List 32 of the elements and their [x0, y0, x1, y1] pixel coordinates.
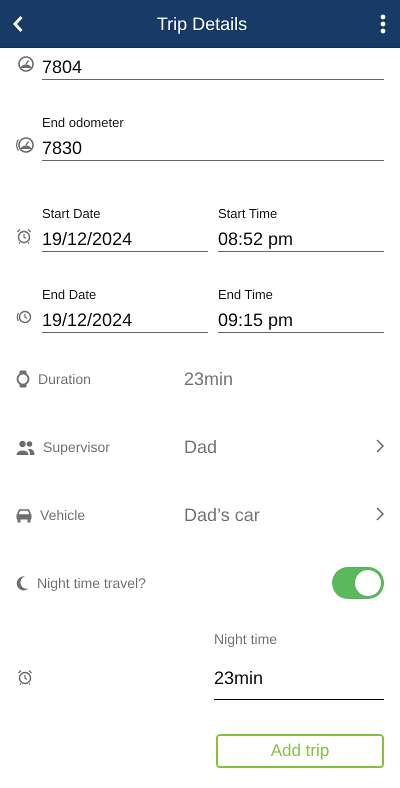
- field-label: End Time: [218, 287, 274, 303]
- odometer-field[interactable]: 7830: [42, 136, 384, 161]
- time-field[interactable]: 08:52 pm: [218, 227, 384, 252]
- odometer-icon: [16, 136, 34, 154]
- screen-title: Trip Details: [156, 14, 248, 34]
- row-label: Duration: [38, 371, 91, 387]
- night-time-field[interactable]: 23min: [214, 657, 384, 700]
- date-field[interactable]: 19/12/2024: [42, 308, 208, 333]
- people-icon: [16, 440, 35, 454]
- row-value: Dad’s car: [184, 504, 261, 526]
- date-field[interactable]: 19/12/2024: [42, 227, 208, 252]
- toggle-switch[interactable]: [332, 567, 384, 599]
- field-label: Start Time: [218, 206, 278, 222]
- moon-icon: [16, 576, 29, 590]
- row-label: Vehicle: [40, 507, 86, 523]
- watch-icon: [16, 370, 30, 388]
- field-label: Start Date: [42, 206, 102, 222]
- row-value: 23min: [184, 368, 234, 390]
- car-icon: [16, 508, 32, 522]
- field-label: End Date: [42, 287, 98, 303]
- more-menu-button[interactable]: [378, 12, 388, 36]
- row-label: Night time travel?: [37, 575, 146, 591]
- odometer-icon: [16, 55, 34, 73]
- field-label: End odometer: [42, 115, 125, 131]
- row-value: Dad: [184, 436, 218, 458]
- time-field[interactable]: 09:15 pm: [218, 308, 384, 333]
- field-label: Night time: [214, 631, 278, 647]
- alarm-clock-icon: [16, 228, 32, 244]
- clock-icon: [16, 309, 32, 325]
- alarm-clock-icon: [17, 668, 33, 684]
- odometer-field[interactable]: 7804: [42, 55, 384, 80]
- row-label: Supervisor: [43, 439, 110, 455]
